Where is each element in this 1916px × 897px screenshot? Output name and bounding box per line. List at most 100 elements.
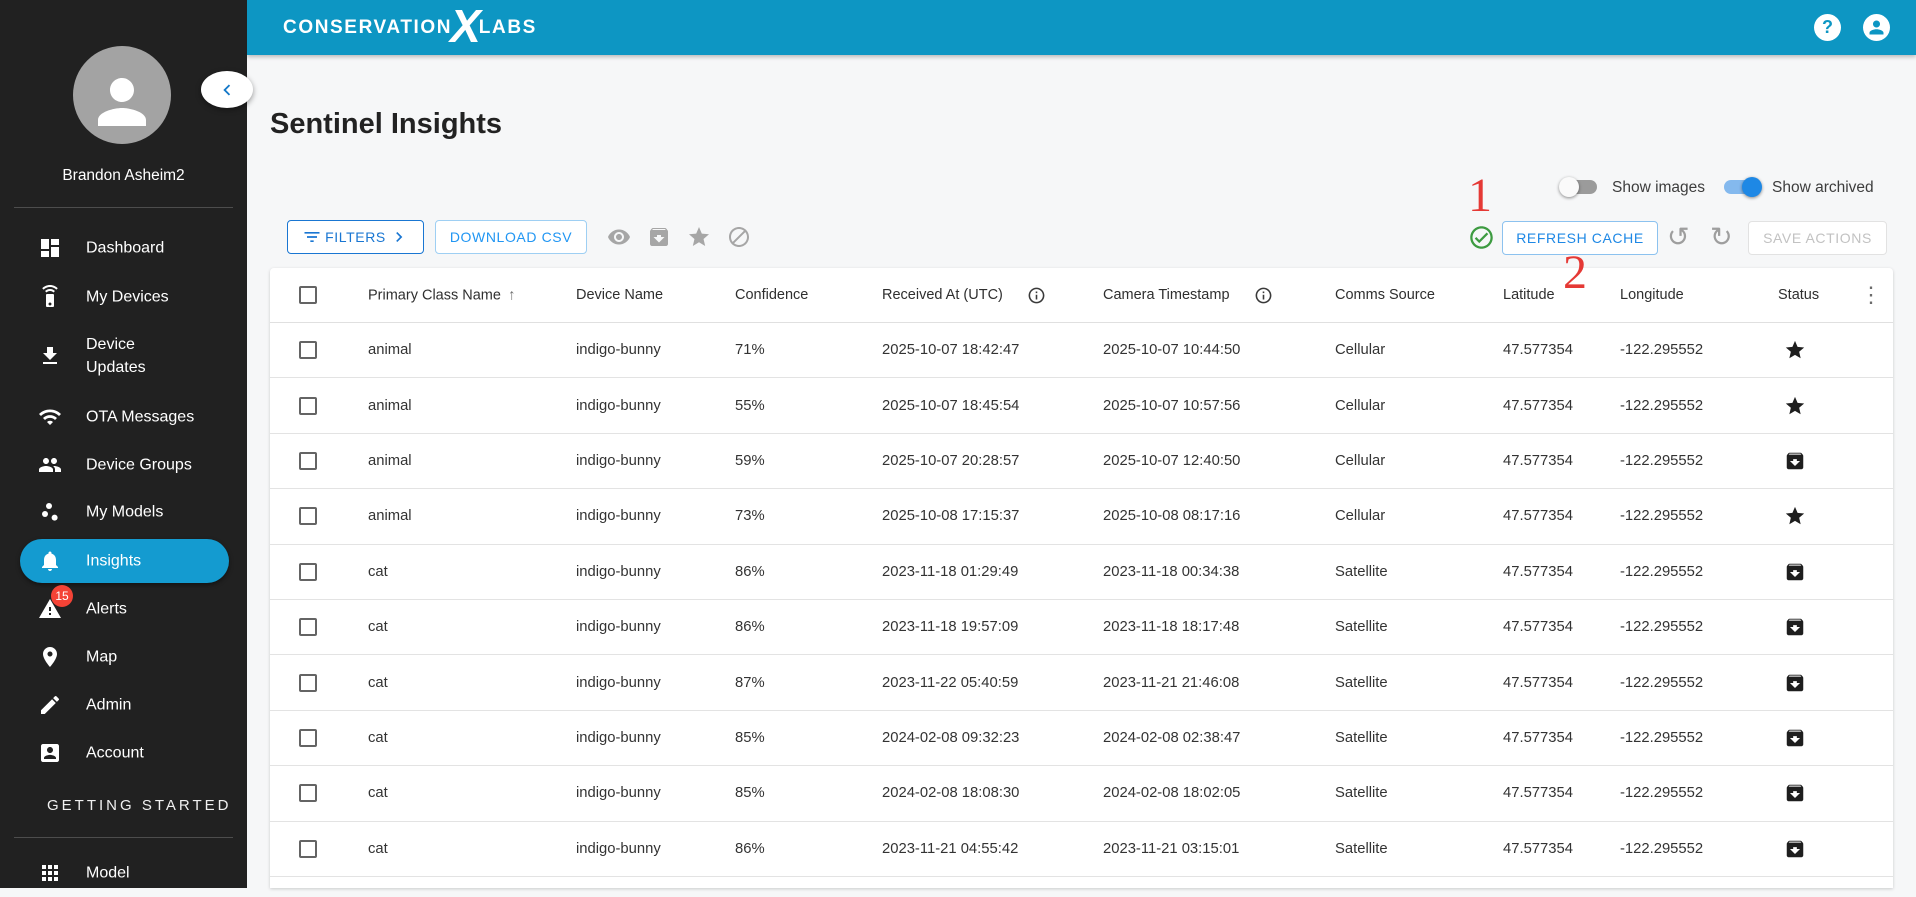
sidebar-item-my-models[interactable]: My Models bbox=[0, 488, 247, 536]
getting-started-heading: GETTING STARTED bbox=[47, 797, 232, 814]
redo-icon[interactable]: ↻ bbox=[1710, 221, 1733, 253]
insights-table: Primary Class Name ↑ Device Name Confiden… bbox=[270, 268, 1893, 888]
row-checkbox[interactable] bbox=[299, 673, 317, 692]
cell-confidence: 85% bbox=[735, 729, 765, 746]
cell-confidence: 85% bbox=[735, 785, 765, 802]
table-row[interactable]: cat indigo-bunny 87% 2023-11-22 05:40:59 202… bbox=[270, 655, 1893, 711]
row-checkbox[interactable] bbox=[299, 839, 317, 858]
sidebar-item-map[interactable]: Map bbox=[0, 633, 247, 681]
cell-longitude: -122.295552 bbox=[1620, 674, 1704, 691]
conservation-x-labs-logo[interactable]: CONSERVATION X LABS bbox=[283, 3, 537, 49]
download-csv-label: DOWNLOAD CSV bbox=[449, 229, 573, 245]
row-checkbox[interactable] bbox=[299, 451, 317, 470]
row-checkbox[interactable] bbox=[299, 396, 317, 415]
cell-received-at: 2023-11-18 19:57:09 bbox=[882, 619, 1019, 636]
sidebar-item-dashboard[interactable]: Dashboard bbox=[0, 224, 247, 272]
sidebar-item-account[interactable]: Account bbox=[0, 729, 247, 777]
row-checkbox[interactable] bbox=[299, 728, 317, 747]
sidebar-item-ota-messages[interactable]: OTA Messages bbox=[0, 393, 247, 441]
cell-device-name: indigo-bunny bbox=[576, 674, 661, 691]
sidebar-item-admin[interactable]: Admin bbox=[0, 681, 247, 729]
cell-longitude: -122.295552 bbox=[1620, 508, 1704, 525]
column-header-status[interactable]: Status bbox=[1778, 287, 1819, 303]
apps-grid-icon bbox=[38, 861, 62, 885]
column-header-longitude[interactable]: Longitude bbox=[1620, 287, 1684, 303]
account-card-icon bbox=[38, 741, 62, 765]
download-csv-button[interactable]: DOWNLOAD CSV bbox=[435, 220, 587, 254]
sidebar-item-my-devices[interactable]: My Devices bbox=[0, 273, 247, 321]
cell-confidence: 86% bbox=[735, 563, 765, 580]
chevron-right-icon bbox=[396, 232, 403, 242]
cell-comms-source: Satellite bbox=[1335, 619, 1388, 636]
account-icon[interactable] bbox=[1863, 14, 1890, 41]
show-images-toggle[interactable] bbox=[1559, 177, 1597, 197]
sidebar-item-label: Map bbox=[86, 648, 118, 666]
select-all-checkbox[interactable] bbox=[299, 286, 317, 304]
cell-confidence: 59% bbox=[735, 452, 765, 469]
row-checkbox[interactable] bbox=[299, 784, 317, 803]
column-header-comms-source[interactable]: Comms Source bbox=[1335, 287, 1435, 303]
table-row[interactable]: cat indigo-bunny 86% 2023-11-21 04:55:42 202… bbox=[270, 822, 1893, 877]
row-checkbox[interactable] bbox=[299, 341, 317, 360]
column-header-latitude[interactable]: Latitude bbox=[1503, 287, 1555, 303]
sidebar-item-label: Device Groups bbox=[86, 456, 192, 474]
column-header-primary-class-name[interactable]: Primary Class Name ↑ bbox=[368, 287, 515, 304]
block-icon[interactable] bbox=[727, 225, 751, 249]
sidebar-item-alerts[interactable]: 15 Alerts bbox=[0, 585, 247, 633]
column-header-camera-timestamp[interactable]: Camera Timestamp bbox=[1103, 287, 1230, 303]
info-icon[interactable] bbox=[1027, 286, 1046, 305]
cell-longitude: -122.295552 bbox=[1620, 840, 1704, 857]
table-row[interactable]: animal indigo-bunny 71% 2025-10-07 18:42:47… bbox=[270, 323, 1893, 379]
sidebar-collapse-button[interactable] bbox=[201, 71, 253, 108]
table-row[interactable]: animal indigo-bunny 59% 2025-10-07 20:28:57… bbox=[270, 434, 1893, 490]
show-archived-toggle[interactable] bbox=[1724, 177, 1762, 197]
avatar bbox=[73, 46, 171, 144]
check-circle-icon bbox=[1468, 224, 1493, 249]
table-row[interactable]: cat indigo-bunny 86% 2023-11-18 19:57:09 202… bbox=[270, 600, 1893, 656]
undo-icon[interactable]: ↺ bbox=[1667, 221, 1690, 253]
save-actions-button: SAVE ACTIONS bbox=[1748, 221, 1887, 255]
filter-list-icon bbox=[304, 232, 320, 242]
info-icon[interactable] bbox=[1254, 286, 1273, 305]
table-row[interactable]: cat indigo-bunny 85% 2024-02-08 18:08:30 202… bbox=[270, 766, 1893, 822]
table-row[interactable]: animal indigo-bunny 73% 2025-10-08 17:15:37… bbox=[270, 489, 1893, 545]
table-row[interactable]: cat indigo-bunny 85% 2024-02-08 09:32:23 202… bbox=[270, 711, 1893, 767]
row-checkbox[interactable] bbox=[299, 618, 317, 637]
table-row[interactable]: cat indigo-bunny 86% 2023-11-18 01:29:49 202… bbox=[270, 545, 1893, 600]
cell-longitude: -122.295552 bbox=[1620, 342, 1704, 359]
cell-latitude: 47.577354 bbox=[1503, 785, 1573, 802]
column-header-received-at[interactable]: Received At (UTC) bbox=[882, 287, 1003, 303]
eye-icon[interactable] bbox=[607, 225, 631, 249]
dashboard-icon bbox=[38, 236, 62, 260]
filters-button[interactable]: FILTERS bbox=[287, 220, 424, 254]
sidebar-item-model[interactable]: Model bbox=[0, 849, 247, 897]
cell-device-name: indigo-bunny bbox=[576, 508, 661, 525]
cell-confidence: 71% bbox=[735, 342, 765, 359]
logo-text-left: CONSERVATION bbox=[283, 16, 453, 38]
help-icon[interactable]: ? bbox=[1814, 14, 1841, 41]
star-icon[interactable] bbox=[687, 225, 711, 249]
column-header-device-name[interactable]: Device Name bbox=[576, 287, 663, 303]
sidebar-item-insights[interactable]: Insights bbox=[0, 538, 247, 584]
cell-received-at: 2025-10-07 20:28:57 bbox=[882, 452, 1020, 469]
wifi-icon bbox=[38, 405, 62, 429]
sidebar-item-label: Model bbox=[86, 864, 130, 882]
user-name: Brandon Asheim2 bbox=[62, 167, 185, 184]
row-checkbox[interactable] bbox=[299, 562, 317, 581]
sidebar-item-device-groups[interactable]: Device Groups bbox=[0, 441, 247, 489]
status-archived-icon bbox=[1784, 616, 1806, 638]
cell-confidence: 73% bbox=[735, 508, 765, 525]
cell-confidence: 86% bbox=[735, 840, 765, 857]
cell-camera-timestamp: 2023-11-18 18:17:48 bbox=[1103, 619, 1240, 636]
cell-latitude: 47.577354 bbox=[1503, 563, 1573, 580]
cell-latitude: 47.577354 bbox=[1503, 342, 1573, 359]
sidebar-item-device-updates[interactable]: Device Updates bbox=[0, 320, 247, 391]
cell-camera-timestamp: 2023-11-21 03:15:01 bbox=[1103, 840, 1240, 857]
row-checkbox[interactable] bbox=[299, 507, 317, 526]
table-row[interactable]: animal indigo-bunny 55% 2025-10-07 18:45:54… bbox=[270, 378, 1893, 434]
column-header-confidence[interactable]: Confidence bbox=[735, 287, 808, 303]
sidebar-divider bbox=[14, 837, 233, 838]
column-menu-icon[interactable]: ⋮ bbox=[1860, 282, 1882, 308]
archive-icon[interactable] bbox=[647, 225, 671, 249]
cell-primary-class-name: cat bbox=[368, 619, 388, 636]
